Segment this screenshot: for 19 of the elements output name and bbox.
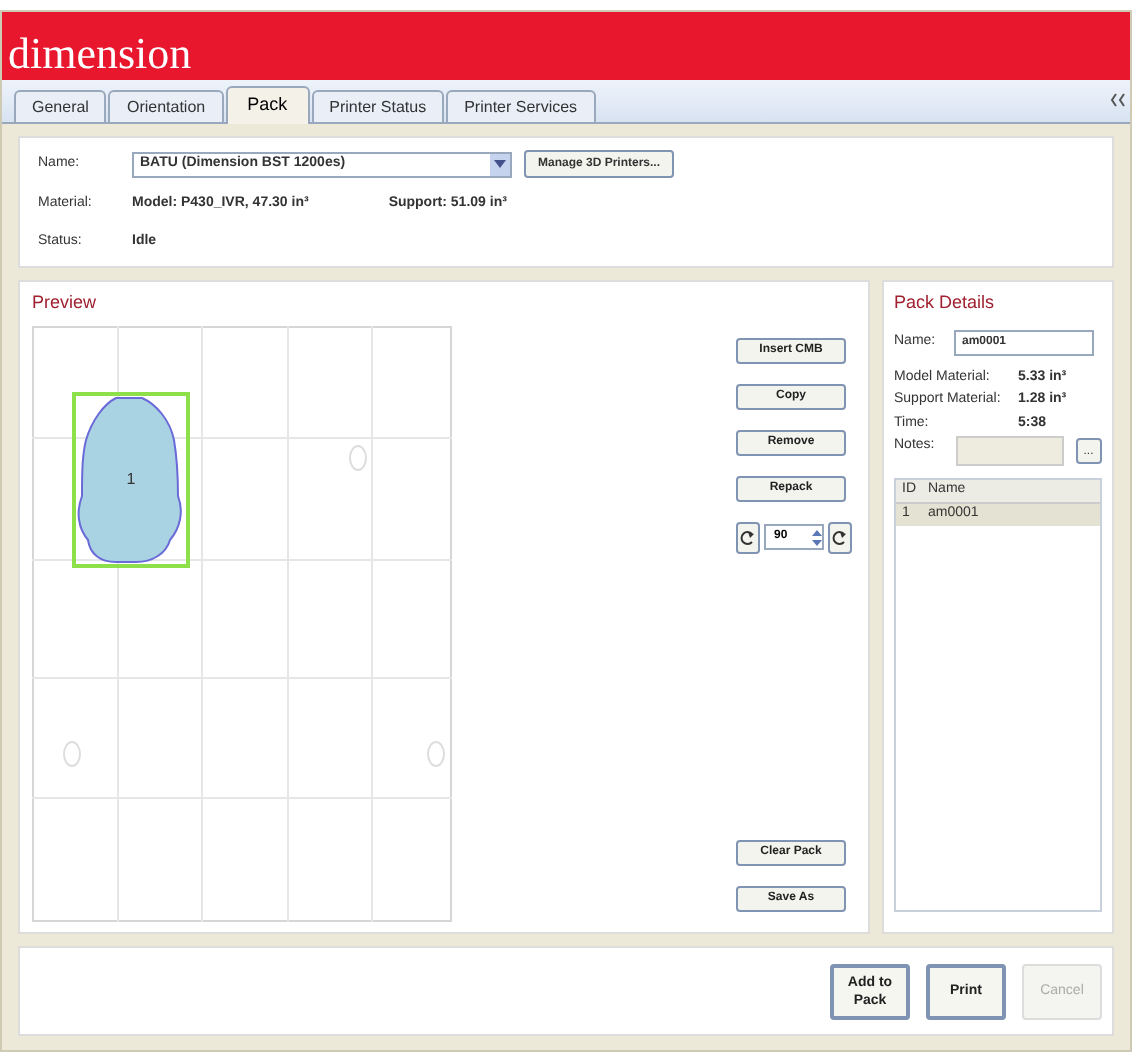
tab[interactable]: Printer Services — [446, 90, 596, 122]
circle-icon — [348, 443, 368, 471]
part-number: 1 — [126, 467, 136, 491]
caret-icon — [490, 153, 510, 176]
circle-icon — [426, 739, 446, 767]
tab[interactable]: Printer Status — [311, 90, 445, 122]
tab[interactable]: General — [14, 90, 107, 122]
rotate-left-icon[interactable] — [736, 521, 760, 553]
panel-title: Pack Details — [894, 290, 997, 316]
logo: dimension — [8, 28, 192, 80]
preview-title: Preview — [32, 290, 99, 316]
tab[interactable]: Orientation — [108, 90, 224, 122]
circle-icon — [62, 739, 82, 767]
rotate-right-icon[interactable] — [828, 521, 852, 553]
spin-arrows-icon — [812, 527, 822, 547]
part-shape[interactable]: 1 — [72, 391, 190, 567]
notes-field[interactable] — [955, 436, 1063, 466]
tab[interactable]: Pack — [225, 86, 310, 124]
scroll-arrows-icon[interactable] — [1110, 92, 1126, 108]
